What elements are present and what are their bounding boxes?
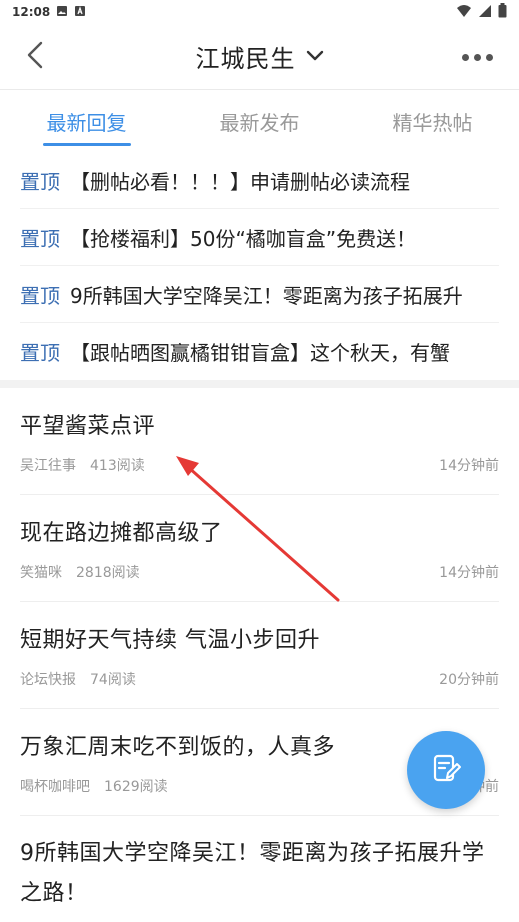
post-meta: 笑猫咪 2818阅读	[20, 562, 140, 582]
post-title: 万象汇周末吃不到饭的，人真多	[20, 735, 336, 760]
pinned-title: 【删帖必看！！！】申请删帖必读流程	[70, 169, 410, 194]
post-reads: 2818阅读	[76, 565, 140, 581]
more-button[interactable]	[457, 42, 497, 72]
post-item[interactable]: 平望酱菜点评 吴江往事 413阅读 14分钟前	[20, 388, 499, 495]
app-notification-icon	[74, 5, 86, 20]
post-item[interactable]: 9所韩国大学空降吴江！零距离为孩子拓展升学之路！	[20, 816, 499, 922]
status-right	[456, 3, 507, 21]
pinned-tag: 置顶	[20, 341, 60, 365]
post-meta: 论坛快报 74阅读	[20, 669, 136, 689]
tab-bar: 最新回复 最新发布 精华热帖	[0, 90, 519, 152]
pinned-item[interactable]: 置顶 9所韩国大学空降吴江！零距离为孩子拓展升	[20, 266, 499, 323]
post-title: 9所韩国大学空降吴江！零距离为孩子拓展升学之路！	[20, 841, 485, 906]
post-author: 吴江往事	[20, 458, 76, 474]
post-reads: 1629阅读	[104, 779, 168, 795]
post-item[interactable]: 短期好天气持续 气温小步回升 论坛快报 74阅读 20分钟前	[20, 602, 499, 709]
pinned-item[interactable]: 置顶 【跟帖晒图赢橘钳钳盲盒】这个秋天，有蟹	[20, 323, 499, 380]
status-time: 12:08	[12, 5, 51, 19]
tab-latest-replies[interactable]: 最新回复	[0, 90, 173, 152]
pinned-tag: 置顶	[20, 226, 60, 251]
more-dots-icon	[461, 53, 469, 61]
forum-selector[interactable]: 江城民生	[196, 39, 324, 74]
pinned-tag: 置顶	[20, 169, 60, 194]
post-author: 笑猫咪	[20, 565, 62, 581]
wifi-icon	[456, 4, 472, 21]
back-button[interactable]	[18, 40, 52, 74]
pinned-item[interactable]: 置顶 【抢楼福利】50份“橘咖盲盒”免费送！	[20, 209, 499, 266]
pinned-title: 9所韩国大学空降吴江！零距离为孩子拓展升	[70, 283, 463, 308]
edit-note-icon	[430, 752, 462, 788]
post-author: 喝杯咖啡吧	[20, 779, 90, 795]
post-time: 20分钟前	[439, 672, 499, 688]
tab-featured[interactable]: 精华热帖	[346, 90, 519, 152]
post-reads: 413阅读	[90, 458, 145, 474]
compose-button[interactable]	[407, 731, 485, 809]
app-header: 江城民生	[0, 24, 519, 90]
post-time: 14分钟前	[439, 458, 499, 474]
post-time: 14分钟前	[439, 565, 499, 581]
battery-icon	[498, 3, 507, 21]
chevron-left-icon	[25, 40, 45, 74]
section-divider	[0, 380, 519, 388]
post-title: 现在路边摊都高级了	[20, 521, 223, 546]
post-reads: 74阅读	[90, 672, 136, 688]
pinned-list: 置顶 【删帖必看！！！】申请删帖必读流程 置顶 【抢楼福利】50份“橘咖盲盒”免…	[0, 152, 519, 380]
status-left: 12:08	[12, 5, 86, 20]
status-bar: 12:08	[0, 0, 519, 24]
post-author: 论坛快报	[20, 672, 76, 688]
post-title: 平望酱菜点评	[20, 414, 156, 439]
pinned-title: 【跟帖晒图赢橘钳钳盲盒】这个秋天，有蟹	[70, 341, 450, 365]
pinned-title: 【抢楼福利】50份“橘咖盲盒”免费送！	[70, 226, 417, 251]
pinned-tag: 置顶	[20, 283, 60, 308]
post-meta: 吴江往事 413阅读	[20, 455, 145, 475]
post-meta: 喝杯咖啡吧 1629阅读	[20, 776, 168, 796]
tab-latest-posts[interactable]: 最新发布	[173, 90, 346, 152]
post-title: 短期好天气持续 气温小步回升	[20, 628, 320, 653]
post-list: 平望酱菜点评 吴江往事 413阅读 14分钟前 现在路边摊都高级了 笑猫咪 28…	[0, 388, 519, 922]
post-item[interactable]: 现在路边摊都高级了 笑猫咪 2818阅读 14分钟前	[20, 495, 499, 602]
image-notification-icon	[56, 5, 68, 20]
chevron-down-icon	[306, 47, 324, 66]
pinned-item[interactable]: 置顶 【删帖必看！！！】申请删帖必读流程	[20, 152, 499, 209]
page-title: 江城民生	[195, 45, 296, 73]
signal-icon	[478, 4, 492, 21]
